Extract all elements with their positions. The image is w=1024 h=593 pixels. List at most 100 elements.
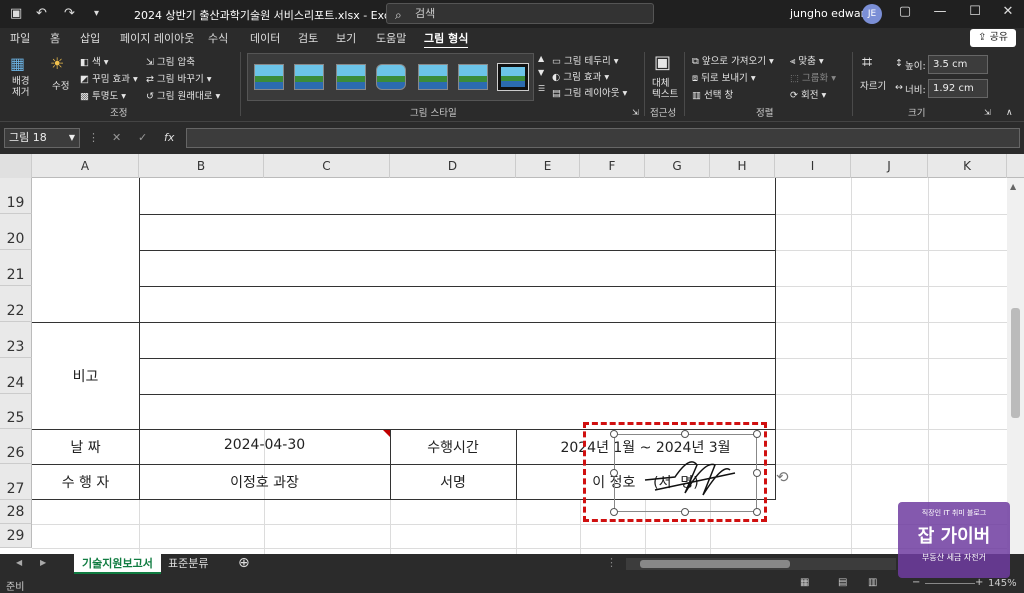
normal-view-icon[interactable]: ▦ (800, 577, 809, 588)
sheet-tab-standard-class[interactable]: 표준분류 (160, 554, 216, 574)
width-input[interactable]: 1.92 cm (928, 79, 988, 98)
column-header-j[interactable]: J (851, 154, 928, 178)
resize-handle[interactable] (753, 469, 761, 477)
avatar[interactable]: JE (862, 4, 882, 24)
transparency-button[interactable]: ▩ 투명도 ▾ (80, 88, 126, 102)
insert-function-button[interactable]: fx (164, 131, 174, 144)
undo-icon[interactable]: ↶ (36, 6, 47, 21)
row-header-22[interactable]: 22 (0, 286, 32, 322)
column-header-k[interactable]: K (928, 154, 1007, 178)
cell-date-value[interactable]: 2024-04-30 (139, 437, 390, 453)
corrections-button[interactable]: 수정 (52, 78, 69, 92)
redo-icon[interactable]: ↷ (64, 6, 75, 21)
style-thumbnail[interactable] (294, 64, 324, 90)
enter-icon[interactable]: ✓ (138, 131, 147, 144)
gallery-scroll-down-icon[interactable]: ▼ (538, 68, 544, 77)
resize-handle[interactable] (610, 430, 618, 438)
picture-border-button[interactable]: ▭ 그림 테두리 ▾ (552, 53, 619, 67)
row-header-20[interactable]: 20 (0, 214, 32, 250)
gallery-scroll-up-icon[interactable]: ▲ (538, 54, 544, 63)
close-icon[interactable]: ✕ (998, 4, 1018, 19)
alt-text-button[interactable]: 대체 텍스트 (652, 78, 678, 100)
page-break-view-icon[interactable]: ▥ (868, 577, 877, 588)
restore-icon[interactable]: ▢ (895, 4, 915, 19)
remove-background-button[interactable]: 배경 제거 (12, 76, 29, 98)
row-header-26[interactable]: 26 (0, 429, 32, 464)
add-sheet-icon[interactable]: ⊕ (238, 555, 250, 571)
name-box[interactable]: 그림 18 ▼ (4, 128, 80, 148)
next-sheet-icon[interactable]: ▶ (40, 558, 46, 567)
row-header-21[interactable]: 21 (0, 250, 32, 286)
align-button[interactable]: ⫷ 맞춤 ▾ (790, 53, 824, 67)
tab-home[interactable]: 홈 (50, 30, 60, 46)
column-header-f[interactable]: F (580, 154, 645, 178)
style-thumbnail[interactable] (254, 64, 284, 90)
cell-remarks[interactable]: 비고 (32, 366, 139, 386)
tab-page-layout[interactable]: 페이지 레이아웃 (120, 30, 194, 46)
resize-handle[interactable] (681, 508, 689, 516)
row-header-27[interactable]: 27 (0, 464, 32, 500)
signature-image[interactable] (614, 434, 757, 512)
formula-input[interactable] (186, 128, 1020, 148)
column-header-i[interactable]: I (775, 154, 851, 178)
dialog-launcher-icon[interactable]: ⇲ (632, 108, 639, 117)
maximize-icon[interactable]: ☐ (965, 4, 985, 19)
reset-picture-button[interactable]: ↺ 그림 원래대로 ▾ (146, 88, 220, 102)
search-input[interactable]: ⌕ 검색 (386, 3, 654, 24)
column-header-c[interactable]: C (264, 154, 390, 178)
scroll-thumb[interactable] (1011, 308, 1020, 418)
height-input[interactable]: 3.5 cm (928, 55, 988, 74)
tab-help[interactable]: 도움말 (376, 30, 406, 46)
row-header-23[interactable]: 23 (0, 322, 32, 358)
group-button[interactable]: ⬚ 그룹화 ▾ (790, 70, 836, 84)
picture-effects-button[interactable]: ◐ 그림 효과 ▾ (552, 69, 609, 83)
zoom-out-icon[interactable]: − (912, 577, 920, 588)
column-header-g[interactable]: G (645, 154, 710, 178)
tab-splitter-icon[interactable]: ⋮ (606, 556, 617, 569)
style-thumbnail[interactable] (376, 64, 406, 90)
style-thumbnail[interactable] (418, 64, 448, 90)
gallery-more-icon[interactable]: ☰ (538, 84, 545, 93)
row-header-25[interactable]: 25 (0, 394, 32, 429)
style-thumbnail[interactable] (336, 64, 366, 90)
cancel-icon[interactable]: ✕ (112, 131, 121, 144)
tab-formulas[interactable]: 수식 (208, 30, 228, 46)
selection-pane-button[interactable]: ▥ 선택 창 (692, 87, 733, 101)
cell-performer-label[interactable]: 수 행 자 (32, 472, 139, 492)
column-header-h[interactable]: H (710, 154, 775, 178)
tab-data[interactable]: 데이터 (250, 30, 280, 46)
send-backward-button[interactable]: ⧈ 뒤로 보내기 ▾ (692, 70, 756, 84)
user-name[interactable]: jungho edward (790, 7, 872, 20)
compress-pictures-button[interactable]: ⇲ 그림 압축 (146, 54, 195, 68)
cell-exec-time-label[interactable]: 수행시간 (390, 437, 516, 457)
row-header-28[interactable]: 28 (0, 500, 32, 524)
color-button[interactable]: ◧ 색 ▾ (80, 54, 109, 68)
cell-sign-label[interactable]: 서명 (390, 472, 516, 492)
style-thumbnail-selected[interactable] (497, 63, 529, 91)
artistic-effects-button[interactable]: ◩ 꾸밈 효과 ▾ (80, 71, 138, 85)
resize-handle[interactable] (610, 508, 618, 516)
zoom-in-icon[interactable]: + (975, 577, 983, 588)
comment-indicator[interactable] (383, 430, 390, 437)
save-icon[interactable]: ▣ (10, 6, 22, 21)
share-button[interactable]: ⇪ 공유 (970, 29, 1016, 47)
h-scroll-thumb[interactable] (640, 560, 790, 568)
cell-date-label[interactable]: 날 짜 (32, 437, 139, 457)
zoom-level[interactable]: 145% (988, 578, 1017, 589)
zoom-slider[interactable] (925, 583, 975, 584)
change-picture-button[interactable]: ⇄ 그림 바꾸기 ▾ (146, 71, 212, 85)
page-layout-view-icon[interactable]: ▤ (838, 577, 847, 588)
tab-file[interactable]: 파일 (10, 30, 30, 46)
minimize-icon[interactable]: — (930, 4, 950, 19)
tab-view[interactable]: 보기 (336, 30, 356, 46)
scroll-up-icon[interactable]: ▲ (1010, 182, 1016, 191)
column-header-b[interactable]: B (139, 154, 264, 178)
tab-insert[interactable]: 삽입 (80, 30, 100, 46)
crop-button[interactable]: 자르기 (860, 78, 886, 92)
row-header-29[interactable]: 29 (0, 524, 32, 548)
customize-icon[interactable]: ▾ (94, 8, 99, 19)
resize-handle[interactable] (681, 430, 689, 438)
row-header-24[interactable]: 24 (0, 358, 32, 394)
horizontal-scrollbar[interactable] (626, 558, 896, 570)
cell-performer-value[interactable]: 이정호 과장 (139, 472, 390, 492)
